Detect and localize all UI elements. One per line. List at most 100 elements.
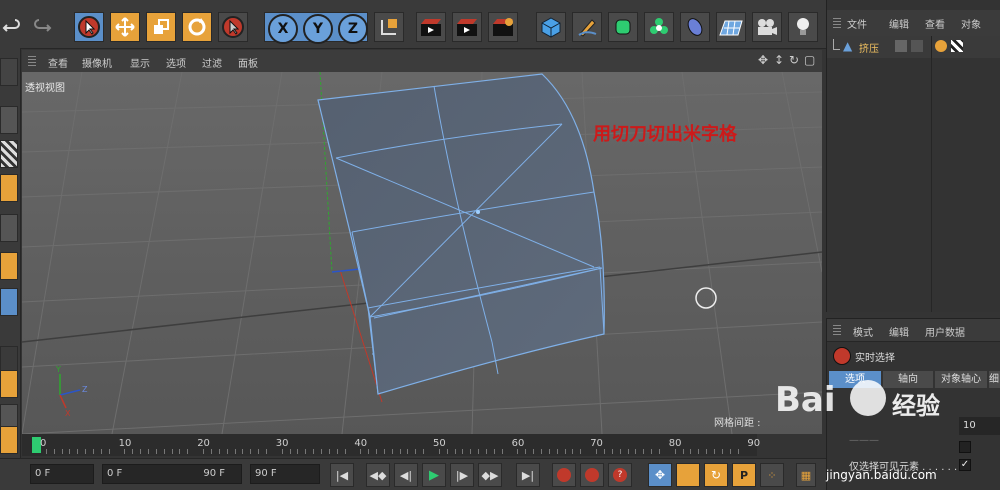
floor-icon[interactable] — [716, 12, 746, 42]
timeline-minor-tick — [45, 449, 47, 454]
object-row[interactable]: ▲ 挤压 — [827, 36, 1000, 58]
timeline-minor-tick — [179, 449, 181, 454]
tab-more[interactable]: 细 — [989, 371, 1000, 388]
transport-bar: 0 F 0 F 90 F 90 F |◀ ◀◆ ◀| ▶ |▶ ◆▶ ▶| ? … — [0, 458, 826, 490]
point-level-animation-icon[interactable]: ⁘ — [760, 463, 784, 487]
menu-panel[interactable]: 面板 — [238, 55, 258, 70]
tag-icon[interactable] — [935, 40, 947, 52]
menu-mode[interactable]: 模式 — [853, 324, 873, 339]
timeline-minor-tick — [454, 449, 456, 454]
timeline-minor-tick — [572, 449, 574, 454]
rotate-view-icon[interactable]: ↻ — [789, 53, 799, 67]
cloner-icon[interactable] — [644, 12, 674, 42]
timeline-minor-tick — [423, 449, 425, 454]
keyframe-selection-icon[interactable]: ? — [608, 463, 632, 487]
rotate-icon[interactable] — [182, 12, 212, 42]
column-divider — [931, 58, 932, 312]
live-selection-icon[interactable] — [74, 12, 104, 42]
polygons-mode-icon[interactable] — [0, 288, 18, 316]
timeline-minor-tick — [446, 449, 448, 454]
menu-display[interactable]: 显示 — [130, 55, 150, 70]
end-frame-field[interactable]: 90 F — [250, 464, 320, 484]
previous-frame-icon[interactable]: ◀| — [394, 463, 418, 487]
next-frame-icon[interactable]: |▶ — [450, 463, 474, 487]
timeline-minor-tick — [93, 449, 95, 454]
tweak-mode-icon[interactable] — [0, 370, 18, 398]
move-icon[interactable] — [110, 12, 140, 42]
menu-edit[interactable]: 编辑 — [889, 324, 909, 339]
texture-mode-icon[interactable] — [0, 140, 18, 168]
auto-keying-icon[interactable] — [580, 463, 604, 487]
material-tag-icon[interactable] — [951, 40, 963, 52]
checkbox[interactable] — [959, 441, 971, 453]
current-frame-field[interactable]: 0 F — [30, 464, 94, 484]
tab-object-axis[interactable]: 对象轴心 — [935, 371, 987, 388]
timeline-tick-label: 20 — [197, 438, 210, 449]
timeline-minor-tick — [651, 449, 653, 454]
edges-mode-icon[interactable] — [0, 252, 18, 280]
render-settings-icon[interactable] — [488, 12, 518, 42]
toggle-view-icon[interactable]: ▢ — [804, 53, 815, 67]
make-editable-icon[interactable] — [0, 58, 18, 86]
menu-user-data[interactable]: 用户数据 — [925, 324, 965, 339]
object-name[interactable]: 挤压 — [859, 40, 879, 55]
menu-view[interactable]: 查看 — [48, 55, 68, 70]
menu-edit[interactable]: 编辑 — [889, 16, 909, 31]
deformer-icon[interactable] — [680, 12, 710, 42]
next-key-icon[interactable]: ◆▶ — [478, 463, 502, 487]
timeline-minor-tick — [163, 449, 165, 454]
timeline-minor-tick — [320, 449, 322, 454]
timeline-minor-tick — [171, 449, 173, 454]
timeline-minor-tick — [619, 449, 621, 454]
preview-range-field[interactable]: 0 F 90 F — [102, 464, 242, 484]
play-icon[interactable]: ▶ — [422, 463, 446, 487]
previous-key-icon[interactable]: ◀◆ — [366, 463, 390, 487]
subdivision-surface-icon[interactable] — [608, 12, 638, 42]
model-mode-icon[interactable] — [0, 106, 18, 134]
workplane-icon[interactable] — [0, 174, 18, 202]
zoom-view-icon[interactable]: ↕ — [774, 53, 784, 67]
camera-icon[interactable] — [752, 12, 782, 42]
menu-camera[interactable]: 摄像机 — [82, 55, 112, 70]
radius-field[interactable]: 10 — [959, 417, 1000, 435]
go-to-end-icon[interactable]: ▶| — [516, 463, 540, 487]
visibility-icon[interactable] — [911, 40, 923, 52]
move-view-icon[interactable]: ✥ — [758, 53, 768, 67]
render-picture-viewer-icon[interactable] — [452, 12, 482, 42]
quantize-icon[interactable] — [0, 426, 18, 454]
render-view-icon[interactable] — [416, 12, 446, 42]
parameter-keys-icon[interactable]: P — [732, 463, 756, 487]
x-axis-lock-icon[interactable]: X — [268, 14, 298, 44]
y-axis-lock-icon[interactable]: Y — [303, 14, 333, 44]
timeline-minor-tick — [281, 449, 283, 454]
points-mode-icon[interactable] — [0, 214, 18, 242]
perspective-viewport[interactable]: Y Z X 透视视图 用切刀切出米字格 网格间距 : — [22, 72, 822, 434]
menu-file[interactable]: 文件 — [847, 16, 867, 31]
timeline-minor-tick — [383, 449, 385, 454]
position-keys-icon[interactable]: ✥ — [648, 463, 672, 487]
last-tool-icon[interactable] — [218, 12, 248, 42]
timeline-minor-tick — [155, 449, 157, 454]
menu-object[interactable]: 对象 — [961, 16, 981, 31]
light-icon[interactable] — [788, 12, 818, 42]
redo-icon[interactable] — [26, 12, 60, 42]
interpolation-icon[interactable]: ▦ — [796, 463, 816, 487]
visible-only-checkbox[interactable]: ✓ — [959, 459, 971, 471]
timeline-ruler[interactable]: 0 10 20 30 40 50 60 70 80 90 — [22, 434, 760, 456]
scale-keys-icon[interactable] — [676, 463, 700, 487]
record-keys-icon[interactable] — [552, 463, 576, 487]
menu-view[interactable]: 查看 — [925, 16, 945, 31]
coordinate-system-icon[interactable] — [374, 12, 404, 42]
scale-icon[interactable] — [146, 12, 176, 42]
layer-icon[interactable] — [895, 40, 907, 52]
menu-options[interactable]: 选项 — [166, 55, 186, 70]
timeline-minor-tick — [596, 449, 598, 454]
go-to-start-icon[interactable]: |◀ — [330, 463, 354, 487]
cube-primitive-icon[interactable] — [536, 12, 566, 42]
menu-filter[interactable]: 过滤 — [202, 55, 222, 70]
z-axis-lock-icon[interactable]: Z — [338, 14, 368, 44]
timeline-minor-tick — [69, 449, 71, 454]
rotation-keys-icon[interactable]: ↻ — [704, 463, 728, 487]
undo-icon[interactable] — [0, 12, 24, 42]
pen-spline-icon[interactable] — [572, 12, 602, 42]
